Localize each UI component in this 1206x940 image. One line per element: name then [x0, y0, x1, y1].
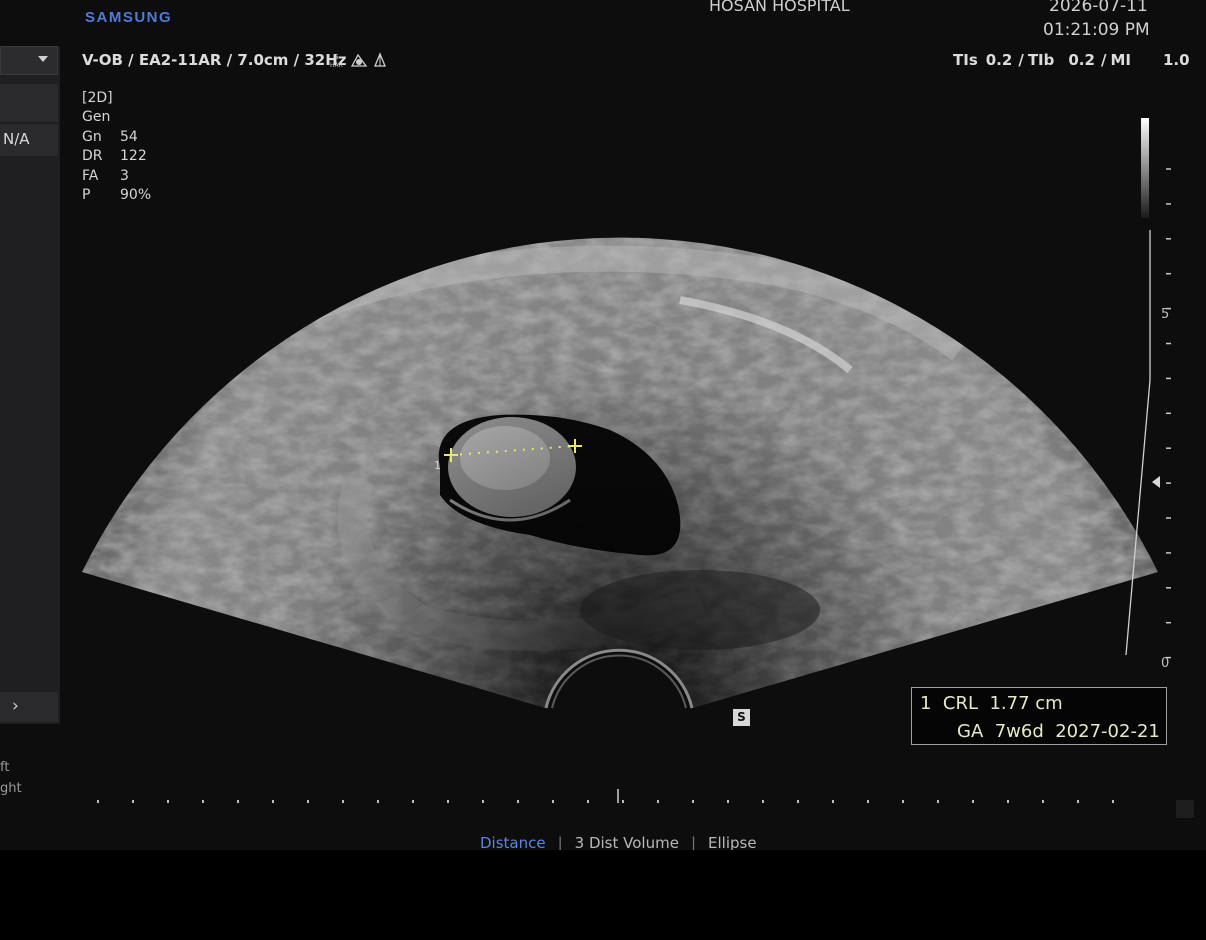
scale-dot	[972, 800, 974, 803]
scale-dot	[1042, 800, 1044, 803]
scale-dot	[202, 800, 204, 803]
panel-next-button[interactable]: ›	[0, 692, 58, 722]
scale-dot	[832, 800, 834, 803]
scale-dot	[307, 800, 309, 803]
panel-field-value[interactable]: N/A	[0, 124, 58, 156]
side-label-left: ft	[0, 760, 10, 775]
scale-dot	[587, 800, 589, 803]
depth-label-0: 0	[1161, 656, 1170, 671]
s-badge: S	[733, 709, 750, 726]
param-row: Gn 54	[82, 128, 138, 145]
safety-indices: TIs 0.2/TIb 0.2/MI 1.0	[953, 51, 1190, 69]
scroll-handle[interactable]	[1176, 800, 1194, 818]
tib-value: 0.2	[1068, 51, 1095, 69]
scale-dot	[97, 800, 99, 803]
measurement-line-crl: 1 CRL 1.77 cm	[920, 693, 1063, 714]
caliper-marker-label: 1	[434, 459, 441, 472]
horizontal-scale	[97, 800, 1114, 803]
scale-dot	[517, 800, 519, 803]
s-har-icon: S HAR	[330, 53, 343, 68]
param-row: Gen	[82, 109, 111, 126]
svg-text:HAR: HAR	[330, 62, 343, 68]
scale-dot	[622, 800, 624, 803]
scan-sector	[82, 237, 1158, 708]
exam-date: 2026-07-11	[1049, 0, 1148, 16]
mi-label: MI	[1110, 51, 1131, 69]
ultrasound-screen: 1 5 0 SAMSUNG HOSAN HOSPITAL 2026-07-11 …	[0, 0, 1206, 850]
tib-label: TIb	[1027, 51, 1055, 69]
scale-dot	[447, 800, 449, 803]
measurement-line-ga: GA 7w6d 2027-02-21	[957, 721, 1160, 742]
imaging-parameters: [2D] Gen Gn 54 DR 122 FA 3 P 90%	[82, 89, 151, 205]
tis-value: 0.2	[985, 51, 1013, 69]
brand-logo: SAMSUNG	[85, 9, 173, 26]
scale-dot	[692, 800, 694, 803]
scale-dot	[1007, 800, 1009, 803]
tis-label: TIs	[953, 51, 978, 69]
letterbox-bottom	[0, 850, 1206, 940]
param-row: DR 122	[82, 148, 147, 165]
probe-info: V-OB / EA2-11AR / 7.0cm / 32Hz	[82, 51, 347, 69]
scale-dot	[797, 800, 799, 803]
side-label-right: ght	[0, 781, 22, 796]
scale-dot	[727, 800, 729, 803]
cone-icon	[374, 52, 386, 67]
scale-dot	[272, 800, 274, 803]
scale-dot	[867, 800, 869, 803]
scale-dot	[412, 800, 414, 803]
preset-dropdown[interactable]	[0, 46, 58, 75]
left-panel: N/A ›	[0, 46, 60, 724]
mi-value: 1.0	[1162, 51, 1190, 69]
svg-text:S: S	[334, 53, 339, 61]
scale-dot	[657, 800, 659, 803]
chevron-down-icon	[38, 56, 48, 62]
hospital-name: HOSAN HOSPITAL	[709, 0, 850, 15]
scale-dot	[132, 800, 134, 803]
tool-ellipse[interactable]: Ellipse	[708, 834, 757, 850]
scale-dot	[377, 800, 379, 803]
depth-label-5: 5	[1161, 307, 1170, 322]
param-row: [2D]	[82, 90, 113, 106]
param-row: FA 3	[82, 167, 129, 184]
tool-distance[interactable]: Distance	[480, 834, 546, 850]
measurement-result-box: 1 CRL 1.77 cm GA 7w6d 2027-02-21	[911, 687, 1167, 745]
scale-dot	[1077, 800, 1079, 803]
scale-dot	[552, 800, 554, 803]
tool-3-dist-volume[interactable]: 3 Dist Volume	[575, 834, 679, 850]
scale-dot	[1112, 800, 1114, 803]
exam-time: 01:21:09 PM	[1043, 20, 1150, 40]
chevron-right-icon: ›	[12, 696, 19, 716]
fetal-icon	[350, 53, 368, 67]
scale-dot	[937, 800, 939, 803]
probe-icon-group: S HAR	[330, 52, 388, 68]
scale-dot	[482, 800, 484, 803]
measurement-tool-bar: Distance | 3 Dist Volume | Ellipse	[480, 834, 757, 850]
scale-dot	[342, 800, 344, 803]
scale-dot	[237, 800, 239, 803]
scale-dot	[902, 800, 904, 803]
scale-dot	[167, 800, 169, 803]
param-row: P 90%	[82, 187, 152, 204]
panel-field-empty[interactable]	[0, 84, 58, 122]
panel-field-text: N/A	[3, 130, 30, 148]
depth-scale	[1166, 168, 1171, 659]
scale-dot	[762, 800, 764, 803]
